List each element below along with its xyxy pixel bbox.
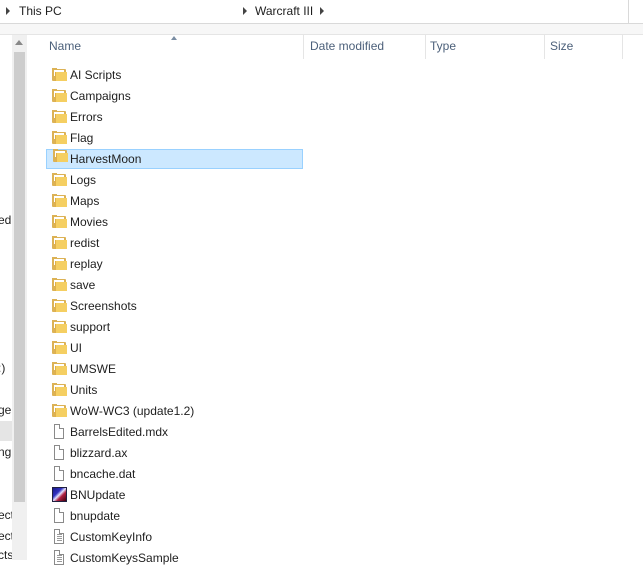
folder-icon [53, 149, 68, 162]
breadcrumb-chevron-icon[interactable] [6, 7, 10, 15]
item-name: CustomKeyInfo [70, 530, 153, 544]
text-file-icon [54, 529, 64, 544]
item-name: Units [70, 383, 98, 397]
column-divider[interactable] [622, 35, 623, 59]
column-divider[interactable] [544, 35, 545, 59]
item-name: blizzard.ax [70, 446, 128, 460]
folder-icon [52, 131, 67, 144]
file-icon [54, 466, 64, 481]
folder-icon [52, 320, 67, 333]
item-name: bnupdate [70, 509, 121, 523]
folder-icon [52, 278, 67, 291]
folder-icon [52, 341, 67, 354]
toolbar-strip [0, 24, 643, 35]
folder-row[interactable]: Screenshots [46, 296, 303, 316]
item-name: Campaigns [70, 89, 131, 103]
item-name: CustomKeysSample [70, 551, 179, 565]
column-header-size[interactable]: Size [550, 39, 573, 53]
item-name: Maps [70, 194, 100, 208]
breadcrumb-chevron-icon[interactable] [243, 7, 247, 15]
application-icon [52, 487, 67, 502]
item-name: UI [70, 341, 82, 355]
item-name: Screenshots [70, 299, 137, 313]
file-row[interactable]: BarrelsEdited.mdx [46, 422, 303, 442]
file-row[interactable]: BNUpdate [46, 485, 303, 505]
folder-row[interactable]: Units [46, 380, 303, 400]
item-name: Flag [70, 131, 94, 145]
folder-row[interactable]: support [46, 317, 303, 337]
folder-icon [52, 404, 67, 417]
folder-row[interactable]: save [46, 275, 303, 295]
item-name: Logs [70, 173, 97, 187]
folder-row[interactable]: UI [46, 338, 303, 358]
breadcrumb-chevron-icon[interactable] [320, 7, 324, 15]
item-name: BarrelsEdited.mdx [70, 425, 169, 439]
file-row[interactable]: CustomKeysSample [46, 548, 303, 568]
folder-icon [52, 194, 67, 207]
folder-row[interactable]: Flag [46, 128, 303, 148]
folder-icon [52, 110, 67, 123]
item-name: support [70, 320, 111, 334]
file-row[interactable]: blizzard.ax [46, 443, 303, 463]
item-name: Movies [70, 215, 109, 229]
file-icon [54, 424, 64, 439]
item-name: UMSWE [70, 362, 116, 376]
item-name: save [70, 278, 96, 292]
file-row[interactable]: bnupdate [46, 506, 303, 526]
folder-row[interactable]: UMSWE [46, 359, 303, 379]
column-header-date-modified[interactable]: Date modified [310, 39, 384, 53]
item-name: bncache.dat [70, 467, 136, 481]
column-header-type[interactable]: Type [430, 39, 456, 53]
breadcrumb-this-pc[interactable]: This PC [19, 4, 62, 18]
column-divider[interactable] [303, 35, 304, 59]
item-name: redist [70, 236, 100, 250]
folder-icon [52, 383, 67, 396]
folder-row[interactable]: HarvestMoon [46, 149, 303, 169]
folder-icon [52, 362, 67, 375]
file-icon [54, 508, 64, 523]
folder-row[interactable]: WoW-WC3 (update1.2) [46, 401, 303, 421]
folder-icon [52, 236, 67, 249]
item-name: HarvestMoon [70, 152, 142, 166]
folder-row[interactable]: Logs [46, 170, 303, 190]
folder-icon [52, 299, 67, 312]
file-row[interactable]: CustomKeyInfo [46, 527, 303, 547]
item-name: WoW-WC3 (update1.2) [70, 404, 195, 418]
file-row[interactable]: bncache.dat [46, 464, 303, 484]
nav-item-fragment[interactable]: :) [0, 361, 5, 375]
nav-item-fragment[interactable]: ge [0, 403, 11, 417]
nav-item-fragment[interactable]: ng [0, 445, 11, 459]
nav-highlight [0, 421, 12, 441]
item-name: Errors [70, 110, 103, 124]
folder-row[interactable]: Movies [46, 212, 303, 232]
text-file-icon [54, 550, 64, 565]
column-header-name[interactable]: Name [49, 39, 81, 53]
folder-row[interactable]: Maps [46, 191, 303, 211]
nav-scrollbar-thumb[interactable] [14, 52, 25, 502]
folder-row[interactable]: Errors [46, 107, 303, 127]
scroll-up-arrow-icon[interactable] [15, 40, 23, 45]
folder-icon [52, 215, 67, 228]
file-icon [54, 445, 64, 460]
address-bar[interactable]: This PC Warcraft III [0, 0, 643, 24]
folder-row[interactable]: redist [46, 233, 303, 253]
folder-icon [52, 257, 67, 270]
item-name: AI Scripts [70, 68, 122, 82]
breadcrumb-warcraft-iii[interactable]: Warcraft III [255, 4, 313, 18]
sort-ascending-icon [171, 36, 177, 40]
address-bar-divider [628, 0, 629, 23]
item-name: BNUpdate [70, 488, 126, 502]
file-list[interactable]: Name Date modified Type Size AI Scripts C… [28, 35, 643, 565]
folder-row[interactable]: replay [46, 254, 303, 274]
folder-row[interactable]: Campaigns [46, 86, 303, 106]
folder-icon [52, 68, 67, 81]
folder-icon [52, 89, 67, 102]
column-divider[interactable] [425, 35, 426, 59]
folder-icon [52, 173, 67, 186]
folder-row[interactable]: AI Scripts [46, 65, 303, 85]
item-name: replay [70, 257, 103, 271]
